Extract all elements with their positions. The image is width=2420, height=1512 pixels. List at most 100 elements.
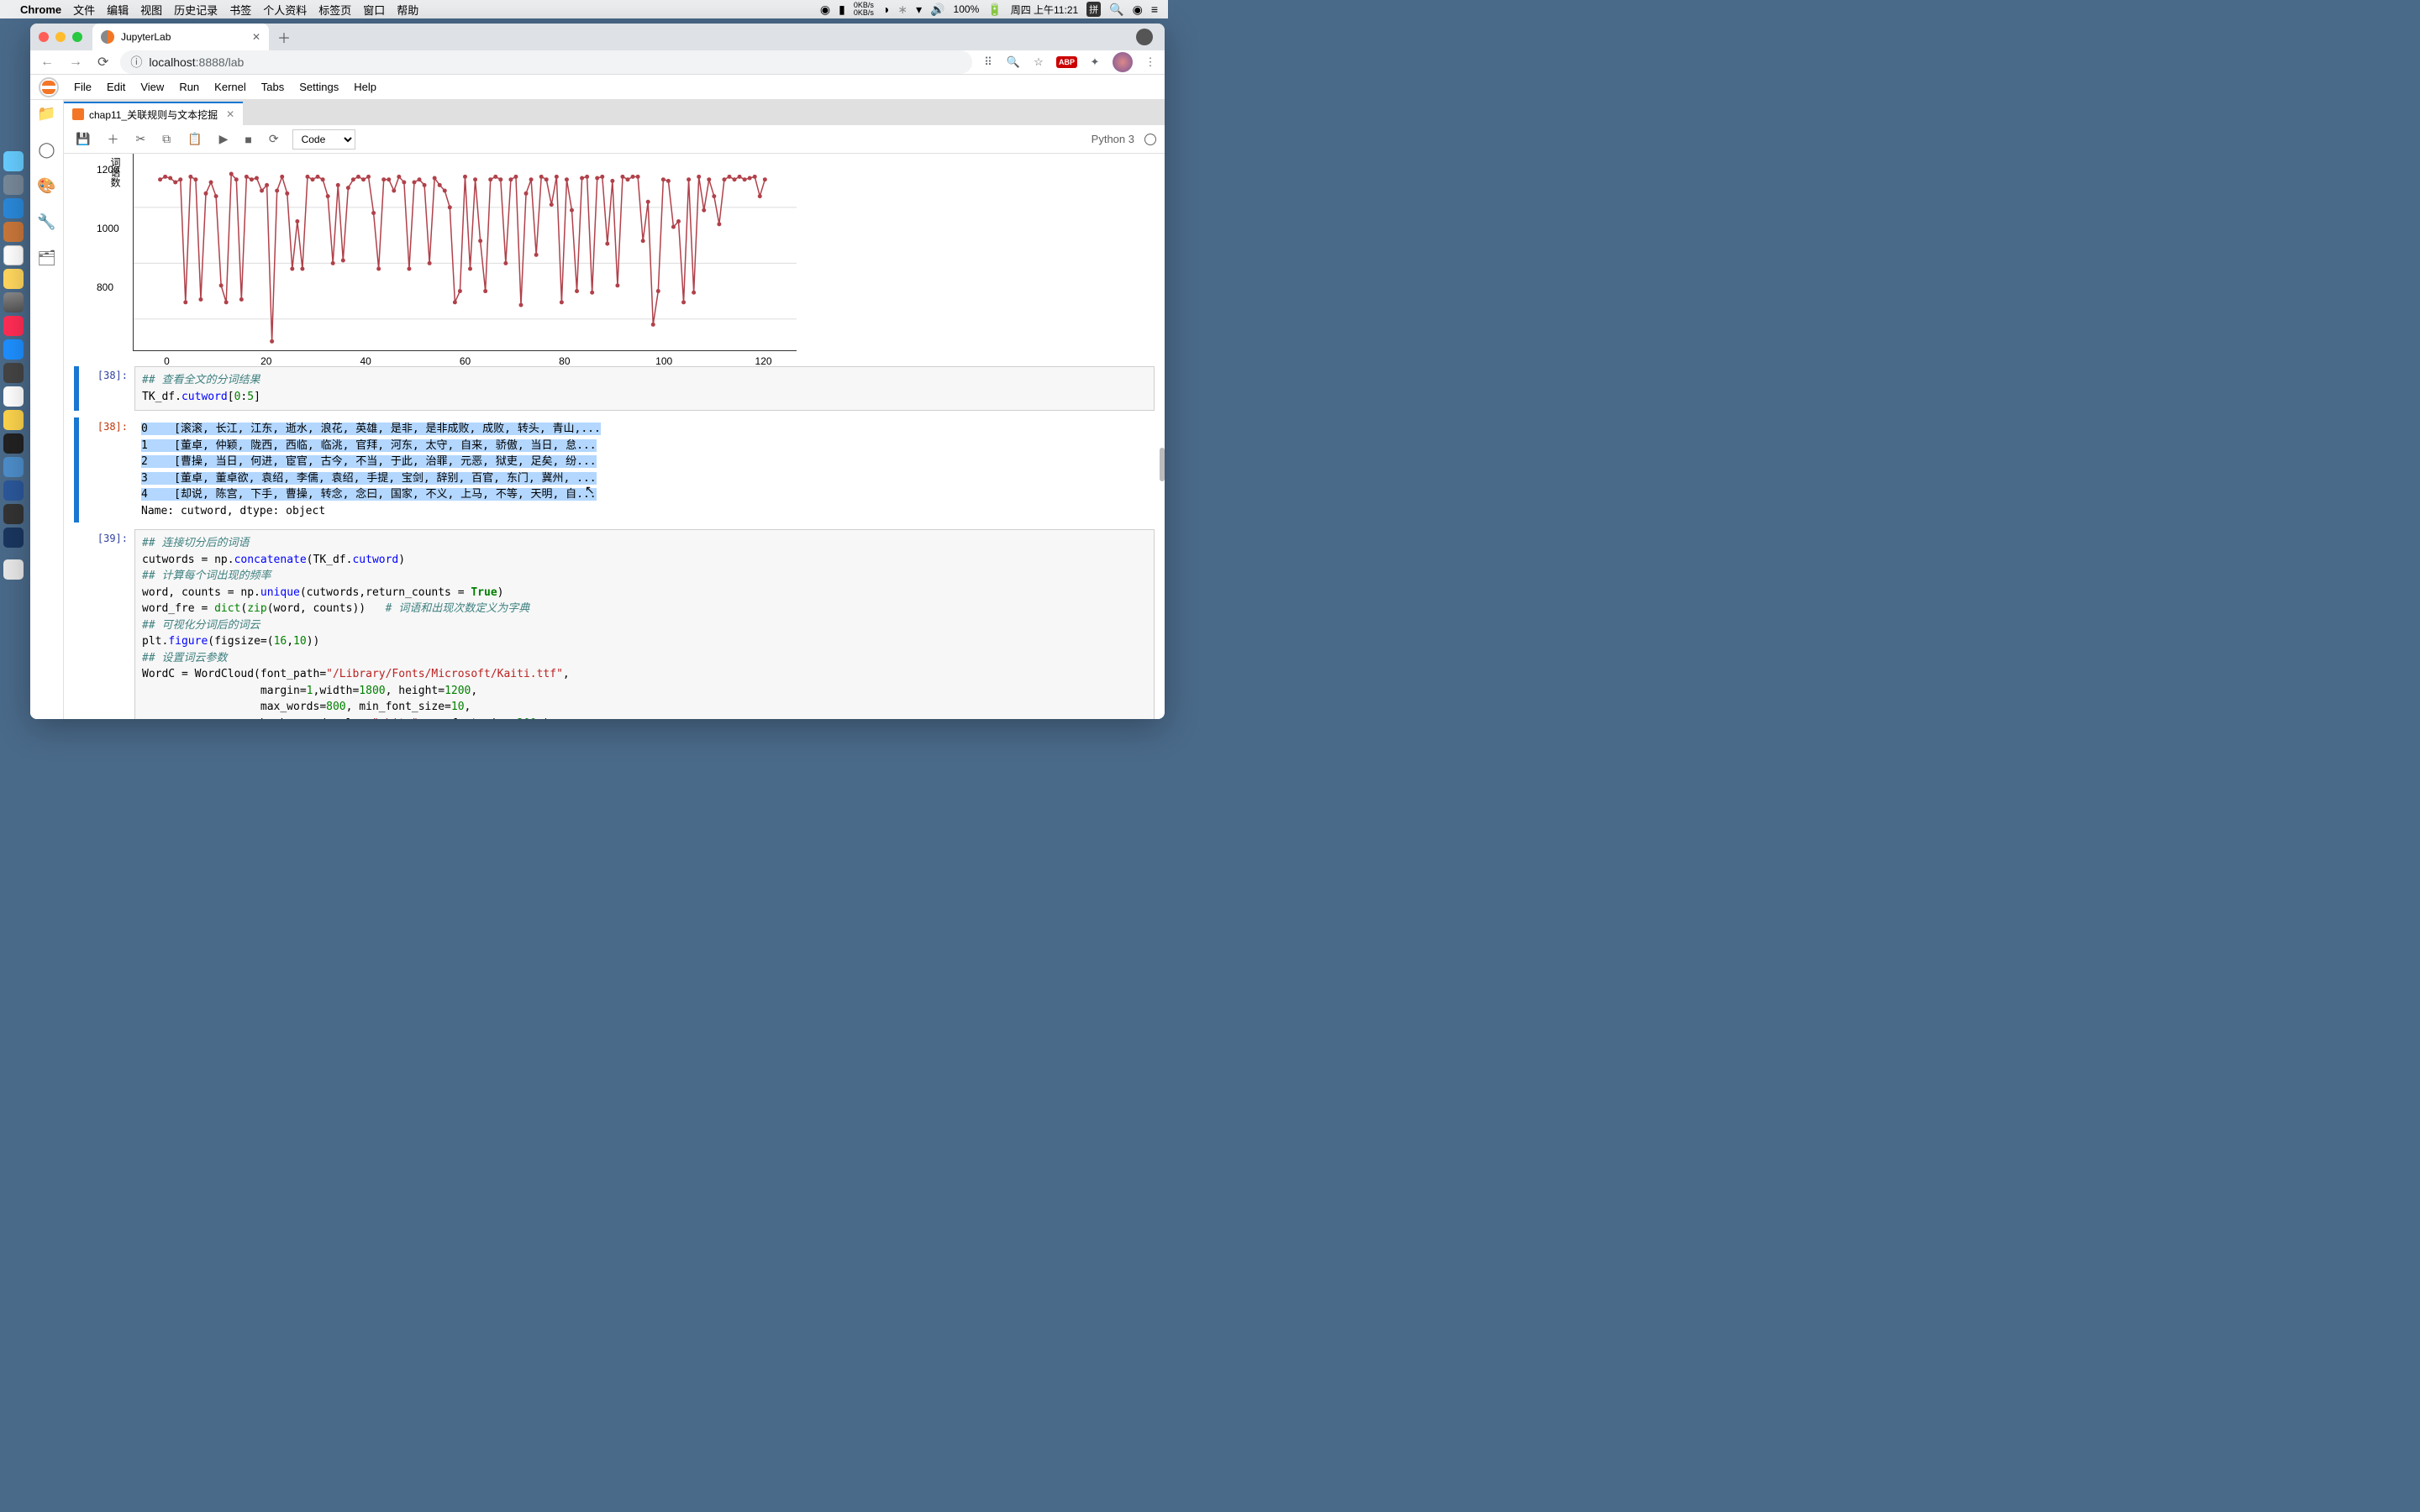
jlab-menu-edit[interactable]: Edit xyxy=(107,81,125,93)
macos-menu-history[interactable]: 历史记录 xyxy=(174,2,218,18)
cell-38-input[interactable]: [38]: ## 查看全文的分词结果 TK_df.cutword[0:5] xyxy=(74,366,1155,411)
cell-type-select[interactable]: Code xyxy=(292,129,355,150)
chrome-menu-icon[interactable]: ⋮ xyxy=(1143,55,1158,69)
save-button[interactable]: 💾 xyxy=(72,132,93,146)
jlab-menu-settings[interactable]: Settings xyxy=(299,81,339,93)
commands-icon[interactable]: 🎨 xyxy=(37,177,55,195)
dock-chrome[interactable] xyxy=(3,386,24,407)
dock-finder[interactable] xyxy=(3,151,24,171)
jlab-menu-tabs[interactable]: Tabs xyxy=(261,81,284,93)
dock-sysprefs[interactable] xyxy=(3,363,24,383)
jupyter-logo[interactable] xyxy=(39,77,59,97)
tab-title: JupyterLab xyxy=(121,31,171,43)
dock-notes[interactable] xyxy=(3,269,24,289)
battery-icon[interactable]: 🔋 xyxy=(987,3,1002,17)
dock-rstudio[interactable] xyxy=(3,457,24,477)
traffic-lights xyxy=(39,32,82,42)
jlab-menu-file[interactable]: File xyxy=(74,81,92,93)
macos-menu-help[interactable]: 帮助 xyxy=(397,2,418,18)
new-tab-button[interactable]: ＋ xyxy=(277,27,291,47)
notebook-tab-close[interactable]: ✕ xyxy=(226,108,234,120)
extensions-icon[interactable]: ✦ xyxy=(1087,55,1102,69)
code-editor[interactable]: ## 查看全文的分词结果 TK_df.cutword[0:5] xyxy=(134,366,1155,411)
file-browser-icon[interactable]: 📁 xyxy=(37,105,55,123)
macos-menu-bookmarks[interactable]: 书签 xyxy=(229,2,251,18)
output-prompt: [38]: xyxy=(81,417,134,522)
site-info-icon[interactable]: ⓘ xyxy=(130,54,142,71)
dock-books[interactable] xyxy=(3,222,24,242)
wifi-icon[interactable]: ▾ xyxy=(916,3,922,17)
siri-icon[interactable]: ◉ xyxy=(1133,3,1143,17)
run-button[interactable]: ▶ xyxy=(216,132,232,146)
browser-tab-active[interactable]: JupyterLab ✕ xyxy=(92,24,269,50)
window-minimize[interactable] xyxy=(55,32,66,42)
jlab-menu-run[interactable]: Run xyxy=(179,81,199,93)
chart-xtick: 20 xyxy=(260,355,271,367)
record-icon[interactable]: ◉ xyxy=(820,3,830,17)
macos-menu-edit[interactable]: 编辑 xyxy=(107,2,129,18)
tab-overflow-icon[interactable] xyxy=(1136,29,1153,45)
restart-button[interactable]: ⟳ xyxy=(266,132,282,146)
dock-settings[interactable] xyxy=(3,292,24,312)
bluetooth-icon[interactable]: ∗ xyxy=(897,3,908,17)
ime-indicator[interactable]: 拼 xyxy=(1086,2,1101,17)
tab-close-button[interactable]: ✕ xyxy=(252,31,260,43)
output-text[interactable]: 0 [滚滚, 长江, 江东, 逝水, 浪花, 英雄, 是非, 是非成败, 成败,… xyxy=(134,417,1155,522)
macos-menu-profiles[interactable]: 个人资料 xyxy=(263,2,307,18)
dock-safari[interactable] xyxy=(3,198,24,218)
macos-menu-window[interactable]: 窗口 xyxy=(363,2,385,18)
chart-ytick: 1200 xyxy=(97,164,119,176)
profile-avatar[interactable] xyxy=(1113,52,1133,72)
scrollbar-thumb[interactable] xyxy=(1160,448,1165,481)
copy-button[interactable]: ⧉ xyxy=(159,132,174,146)
menubar-app-icon[interactable]: ▮ xyxy=(839,3,845,17)
nav-back-button[interactable]: ← xyxy=(37,55,57,70)
abp-extension-icon[interactable]: ABP xyxy=(1056,56,1077,68)
macos-menu-file[interactable]: 文件 xyxy=(73,2,95,18)
window-close[interactable] xyxy=(39,32,49,42)
code-editor[interactable]: ## 连接切分后的词语 cutwords = np.concatenate(TK… xyxy=(134,529,1155,719)
jlab-menu-kernel[interactable]: Kernel xyxy=(214,81,246,93)
zoom-icon[interactable]: 🔍 xyxy=(1006,55,1021,69)
spotlight-icon[interactable]: 🔍 xyxy=(1109,3,1123,17)
cut-button[interactable]: ✂ xyxy=(132,132,149,146)
dock-music[interactable] xyxy=(3,316,24,336)
dock-monitor[interactable] xyxy=(3,504,24,524)
notebook-scroll-area[interactable]: 词语数 1200 1000 800 0 20 40 60 80 100 120 xyxy=(64,154,1165,719)
jlab-menu-view[interactable]: View xyxy=(140,81,164,93)
chart-xtick: 120 xyxy=(755,355,772,367)
dock-calendar[interactable] xyxy=(3,245,24,265)
macos-menu-tabs[interactable]: 标签页 xyxy=(318,2,351,18)
kernel-name[interactable]: Python 3 xyxy=(1092,133,1134,145)
dock-appstore[interactable] xyxy=(3,339,24,360)
kernel-status-icon[interactable] xyxy=(1144,134,1156,145)
volume-icon[interactable]: 🔊 xyxy=(930,3,944,17)
insert-cell-button[interactable]: ＋ xyxy=(103,131,122,148)
jlab-menu-help[interactable]: Help xyxy=(354,81,376,93)
tabs-icon[interactable]: 🗂 xyxy=(37,249,56,267)
notebook-tab-bar: chap11_关联规则与文本挖掘 ✕ xyxy=(64,100,1165,125)
bookmark-star-icon[interactable]: ☆ xyxy=(1031,55,1046,69)
url-field[interactable]: ⓘ localhost:8888/lab xyxy=(120,50,972,74)
dock-word[interactable] xyxy=(3,480,24,501)
dock-app[interactable] xyxy=(3,175,24,195)
dock-trash[interactable] xyxy=(3,559,24,580)
window-maximize[interactable] xyxy=(72,32,82,42)
sync-icon[interactable]: ◑ xyxy=(882,3,889,16)
stop-button[interactable]: ■ xyxy=(241,133,255,146)
dock-app2[interactable] xyxy=(3,528,24,548)
running-icon[interactable]: ◯ xyxy=(38,141,55,159)
nav-reload-button[interactable]: ⟳ xyxy=(94,54,112,71)
wrench-icon[interactable]: 🔧 xyxy=(37,213,55,231)
menubar-app[interactable]: Chrome xyxy=(20,3,61,16)
cell-39-input[interactable]: [39]: ## 连接切分后的词语 cutwords = np.concaten… xyxy=(74,529,1155,719)
clock[interactable]: 周四 上午11:21 xyxy=(1011,3,1078,17)
translate-icon[interactable]: ⠿ xyxy=(981,55,996,69)
notebook-tab-active[interactable]: chap11_关联规则与文本挖掘 ✕ xyxy=(64,102,243,125)
dock-terminal[interactable] xyxy=(3,433,24,454)
notification-center-icon[interactable]: ≡ xyxy=(1151,3,1158,16)
paste-button[interactable]: 📋 xyxy=(184,132,205,146)
selected-text: 0 [滚滚, 长江, 江东, 逝水, 浪花, 英雄, 是非, 是非成败, 成败,… xyxy=(141,423,601,435)
dock-qq[interactable] xyxy=(3,410,24,430)
macos-menu-view[interactable]: 视图 xyxy=(140,2,162,18)
